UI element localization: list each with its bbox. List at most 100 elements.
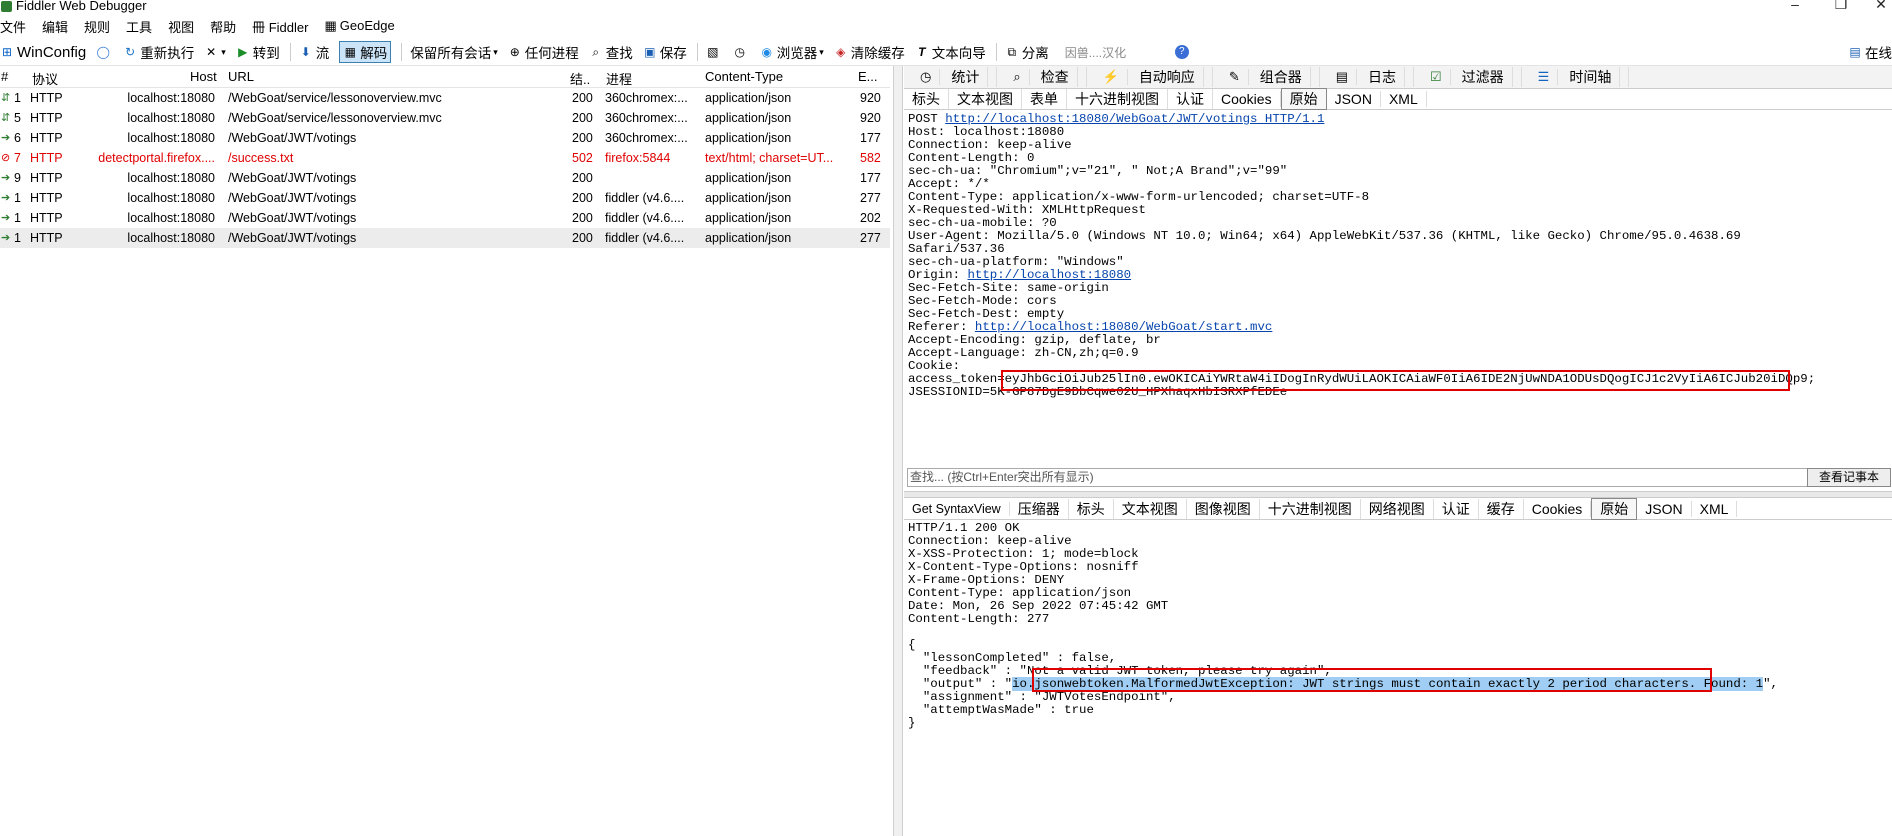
- request-raw[interactable]: POST http://localhost:18080/WebGoat/JWT/…: [908, 113, 1888, 465]
- stream-button[interactable]: ⬇ 流: [299, 42, 330, 62]
- resp-tab-syntaxview[interactable]: Get SyntaxView: [904, 502, 1010, 516]
- req-tab-cookies[interactable]: Cookies: [1213, 91, 1281, 107]
- horizontal-splitter[interactable]: [904, 491, 1892, 498]
- cell-url: /WebGoat/service/lessonoverview.mvc: [228, 111, 442, 125]
- col-content-type[interactable]: Content-Type: [705, 69, 783, 84]
- cell-body: 277: [860, 191, 881, 205]
- menu-tools[interactable]: 工具: [126, 17, 152, 36]
- session-row[interactable]: ➔ 1 HTTP localhost:18080/WebGoat/JWT/voting…: [0, 188, 890, 208]
- col-body[interactable]: E...: [858, 69, 878, 84]
- tab-filters[interactable]: ☑ 过滤器: [1414, 67, 1522, 87]
- cell-ctype: application/json: [705, 191, 792, 205]
- text-wizard-button[interactable]: T 文本向导: [915, 42, 986, 62]
- tab-log[interactable]: ▤ 日志: [1320, 67, 1415, 87]
- remove-icon: ✕: [206, 45, 217, 59]
- col-host[interactable]: Host: [190, 69, 217, 84]
- menu-fiddler[interactable]: 冊 Fiddler: [252, 17, 308, 36]
- tab-inspectors[interactable]: ⌕ 检查: [997, 67, 1087, 87]
- tab-autoresponder[interactable]: ⚡ 自动响应: [1087, 67, 1213, 87]
- menu-file[interactable]: 文件: [0, 17, 26, 36]
- help-button[interactable]: ?: [1174, 45, 1192, 59]
- decode-button[interactable]: ▦ 解码: [339, 41, 392, 63]
- clear-cache-button[interactable]: ◈ 清除缓存: [834, 42, 905, 62]
- col-protocol[interactable]: 协议: [32, 69, 58, 88]
- text-wizard-icon: T: [918, 45, 926, 59]
- replay-button[interactable]: ↻ 重新执行: [123, 42, 194, 62]
- keep-sessions-dropdown[interactable]: 保留所有会话 ▾: [410, 42, 498, 62]
- cell-ctype: application/json: [705, 91, 792, 105]
- remove-button[interactable]: ✕ ▾: [204, 45, 226, 59]
- resp-tab-textview[interactable]: 文本视图: [1114, 499, 1187, 519]
- col-process[interactable]: 进程: [606, 69, 632, 88]
- session-row[interactable]: ➔ 1 HTTP localhost:18080/WebGoat/JWT/voting…: [0, 208, 890, 228]
- menu-help[interactable]: 帮助: [210, 17, 236, 36]
- resp-tab-imageview[interactable]: 图像视图: [1187, 499, 1260, 519]
- minimize-icon[interactable]: –: [1780, 0, 1810, 12]
- menu-view[interactable]: 视图: [168, 17, 194, 36]
- save-button[interactable]: ▣ 保存: [643, 42, 687, 62]
- tab-composer[interactable]: ✎ 组合器: [1213, 67, 1320, 87]
- resp-tab-hexview[interactable]: 十六进制视图: [1260, 499, 1361, 519]
- cell-body: 277: [860, 231, 881, 245]
- session-row[interactable]: ➔ 6 HTTP localhost:18080/WebGoat/JWT/voting…: [0, 128, 890, 148]
- col-number[interactable]: #: [1, 69, 8, 84]
- session-row[interactable]: ➔ 9 HTTP localhost:18080/WebGoat/JWT/voting…: [0, 168, 890, 188]
- goto-button[interactable]: ▶ 转到: [236, 42, 280, 62]
- request-url-link[interactable]: http://localhost:18080/WebGoat/JWT/votin…: [945, 112, 1324, 126]
- req-tab-xml[interactable]: XML: [1381, 91, 1427, 107]
- cell-url: /WebGoat/JWT/votings: [228, 171, 357, 185]
- request-find-input[interactable]: 查找... (按Ctrl+Enter突出所有显示): [907, 468, 1808, 487]
- tab-statistics[interactable]: ◷ 统计: [904, 67, 998, 87]
- pane-splitter[interactable]: [893, 66, 903, 836]
- referer-link[interactable]: http://localhost:18080/WebGoat/start.mvc: [975, 320, 1272, 334]
- resp-tab-raw[interactable]: 原始: [1591, 498, 1638, 520]
- cell-num: 6: [14, 131, 21, 145]
- view-in-notepad-button[interactable]: 查看记事本: [1807, 468, 1891, 487]
- resp-tab-caching[interactable]: 缓存: [1479, 499, 1524, 519]
- menu-edit[interactable]: 编辑: [42, 17, 68, 36]
- menu-rules[interactable]: 规则: [84, 17, 110, 36]
- resp-tab-cookies[interactable]: Cookies: [1524, 501, 1592, 517]
- screenshot-button[interactable]: ▧: [706, 45, 723, 59]
- winconfig-button[interactable]: ⊞ WinConfig: [0, 44, 86, 61]
- tearoff-icon: ⧉: [1007, 45, 1017, 59]
- session-row[interactable]: ➔ 1 HTTP localhost:18080/WebGoat/JWT/voting…: [0, 228, 890, 248]
- session-row[interactable]: ⇵ 5 HTTP localhost:18080/WebGoat/service/le…: [0, 108, 890, 128]
- req-tab-auth[interactable]: 认证: [1168, 89, 1213, 109]
- search-field[interactable]: 因兽....汉化: [1065, 44, 1165, 61]
- tab-timeline[interactable]: ☰ 时间轴: [1522, 67, 1630, 87]
- timer-button[interactable]: ◷: [733, 45, 750, 59]
- resp-tab-json[interactable]: JSON: [1637, 501, 1692, 517]
- comment-button[interactable]: ◯: [96, 45, 113, 59]
- req-tab-textview[interactable]: 文本视图: [949, 89, 1022, 109]
- req-tab-headers[interactable]: 标头: [904, 89, 949, 109]
- cell-process: 360chromex:...: [605, 131, 688, 145]
- req-tab-json[interactable]: JSON: [1327, 91, 1381, 107]
- any-process-button[interactable]: ⊕ 任何进程: [508, 42, 579, 62]
- resp-tab-headers[interactable]: 标头: [1069, 499, 1114, 519]
- req-tab-webforms[interactable]: 表单: [1022, 89, 1067, 109]
- binoculars-icon: ⌕: [592, 45, 600, 59]
- req-tab-hexview[interactable]: 十六进制视图: [1067, 89, 1168, 109]
- request-arrow-icon: ➔: [1, 192, 11, 204]
- maximize-icon[interactable]: ❐: [1826, 0, 1856, 13]
- resp-tab-xml[interactable]: XML: [1692, 501, 1738, 517]
- tearoff-button[interactable]: ⧉ 分离: [1005, 42, 1049, 62]
- col-url[interactable]: URL: [228, 69, 254, 84]
- browser-dropdown[interactable]: ◉ 浏览器 ▾: [760, 42, 824, 62]
- resp-tab-transformer[interactable]: 压缩器: [1010, 499, 1069, 519]
- session-row[interactable]: ⇵ 1 HTTP localhost:18080/WebGoat/service/le…: [0, 88, 890, 108]
- req-tab-raw[interactable]: 原始: [1280, 88, 1327, 110]
- close-icon[interactable]: ✕: [1866, 0, 1892, 13]
- cell-num: 1: [14, 231, 21, 245]
- menu-geoedge[interactable]: ▦ GeoEdge: [324, 18, 394, 34]
- resp-tab-auth[interactable]: 认证: [1434, 499, 1479, 519]
- origin-link[interactable]: http://localhost:18080: [968, 268, 1132, 282]
- replay-icon: ↻: [125, 45, 136, 59]
- resp-tab-webview[interactable]: 网络视图: [1361, 499, 1434, 519]
- online-button[interactable]: ▤ 在线: [1848, 42, 1892, 62]
- session-row[interactable]: ⊘ 7 HTTP detectportal.firefox.... /success.t…: [0, 148, 890, 168]
- col-result[interactable]: 结..: [570, 69, 590, 88]
- cell-process: fiddler (v4.6....: [605, 231, 685, 245]
- find-button[interactable]: ⌕ 查找: [589, 42, 632, 62]
